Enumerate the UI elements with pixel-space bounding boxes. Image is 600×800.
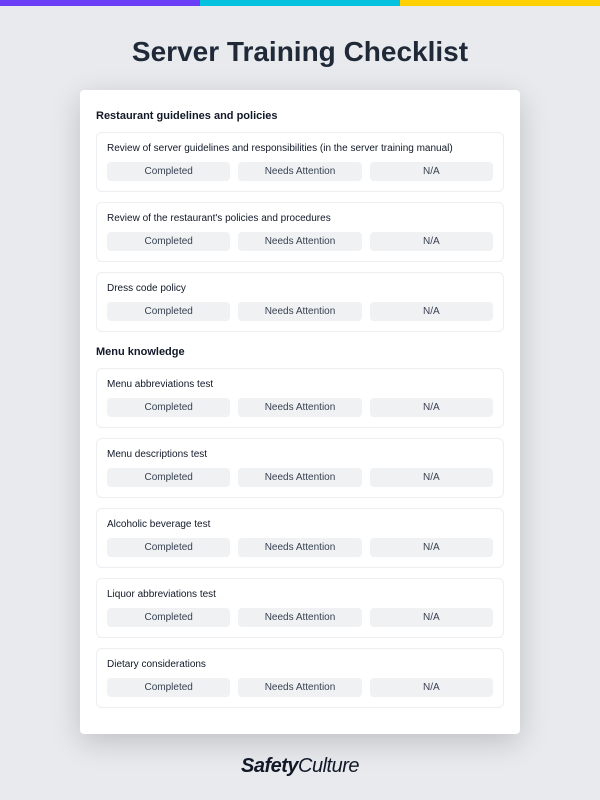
options-row: Completed Needs Attention N/A (107, 608, 493, 627)
checklist-item: Review of server guidelines and responsi… (96, 132, 504, 192)
option-completed[interactable]: Completed (107, 538, 230, 557)
brand-light: Culture (298, 755, 359, 777)
item-label: Alcoholic beverage test (107, 519, 493, 530)
option-needs-attention[interactable]: Needs Attention (238, 678, 361, 697)
option-na[interactable]: N/A (370, 398, 493, 417)
item-label: Dietary considerations (107, 659, 493, 670)
item-label: Liquor abbreviations test (107, 589, 493, 600)
options-row: Completed Needs Attention N/A (107, 538, 493, 557)
option-completed[interactable]: Completed (107, 468, 230, 487)
option-completed[interactable]: Completed (107, 302, 230, 321)
section-title-guidelines: Restaurant guidelines and policies (96, 110, 504, 122)
option-completed[interactable]: Completed (107, 162, 230, 181)
item-label: Menu abbreviations test (107, 379, 493, 390)
checklist-item: Dietary considerations Completed Needs A… (96, 648, 504, 708)
options-row: Completed Needs Attention N/A (107, 232, 493, 251)
page-title: Server Training Checklist (0, 36, 600, 68)
option-needs-attention[interactable]: Needs Attention (238, 608, 361, 627)
options-row: Completed Needs Attention N/A (107, 162, 493, 181)
option-na[interactable]: N/A (370, 678, 493, 697)
option-completed[interactable]: Completed (107, 678, 230, 697)
item-label: Menu descriptions test (107, 449, 493, 460)
options-row: Completed Needs Attention N/A (107, 398, 493, 417)
option-na[interactable]: N/A (370, 608, 493, 627)
stripe-purple (0, 0, 200, 6)
checklist-card: Restaurant guidelines and policies Revie… (80, 90, 520, 734)
checklist-item: Menu abbreviations test Completed Needs … (96, 368, 504, 428)
options-row: Completed Needs Attention N/A (107, 678, 493, 697)
section-title-menu: Menu knowledge (96, 346, 504, 358)
option-needs-attention[interactable]: Needs Attention (238, 538, 361, 557)
option-na[interactable]: N/A (370, 162, 493, 181)
checklist-item: Review of the restaurant's policies and … (96, 202, 504, 262)
item-label: Review of the restaurant's policies and … (107, 213, 493, 224)
option-completed[interactable]: Completed (107, 398, 230, 417)
brand-bold: Safety (241, 755, 298, 777)
top-accent-stripe (0, 0, 600, 6)
stripe-cyan (200, 0, 400, 6)
option-needs-attention[interactable]: Needs Attention (238, 302, 361, 321)
option-completed[interactable]: Completed (107, 232, 230, 251)
option-completed[interactable]: Completed (107, 608, 230, 627)
option-needs-attention[interactable]: Needs Attention (238, 232, 361, 251)
option-needs-attention[interactable]: Needs Attention (238, 468, 361, 487)
footer-brand-logo: SafetyCulture (0, 755, 600, 778)
item-label: Review of server guidelines and responsi… (107, 143, 493, 154)
option-na[interactable]: N/A (370, 468, 493, 487)
option-needs-attention[interactable]: Needs Attention (238, 162, 361, 181)
checklist-item: Alcoholic beverage test Completed Needs … (96, 508, 504, 568)
options-row: Completed Needs Attention N/A (107, 468, 493, 487)
stripe-yellow (400, 0, 600, 6)
option-na[interactable]: N/A (370, 302, 493, 321)
option-na[interactable]: N/A (370, 538, 493, 557)
checklist-item: Menu descriptions test Completed Needs A… (96, 438, 504, 498)
checklist-item: Dress code policy Completed Needs Attent… (96, 272, 504, 332)
item-label: Dress code policy (107, 283, 493, 294)
options-row: Completed Needs Attention N/A (107, 302, 493, 321)
checklist-item: Liquor abbreviations test Completed Need… (96, 578, 504, 638)
option-na[interactable]: N/A (370, 232, 493, 251)
option-needs-attention[interactable]: Needs Attention (238, 398, 361, 417)
